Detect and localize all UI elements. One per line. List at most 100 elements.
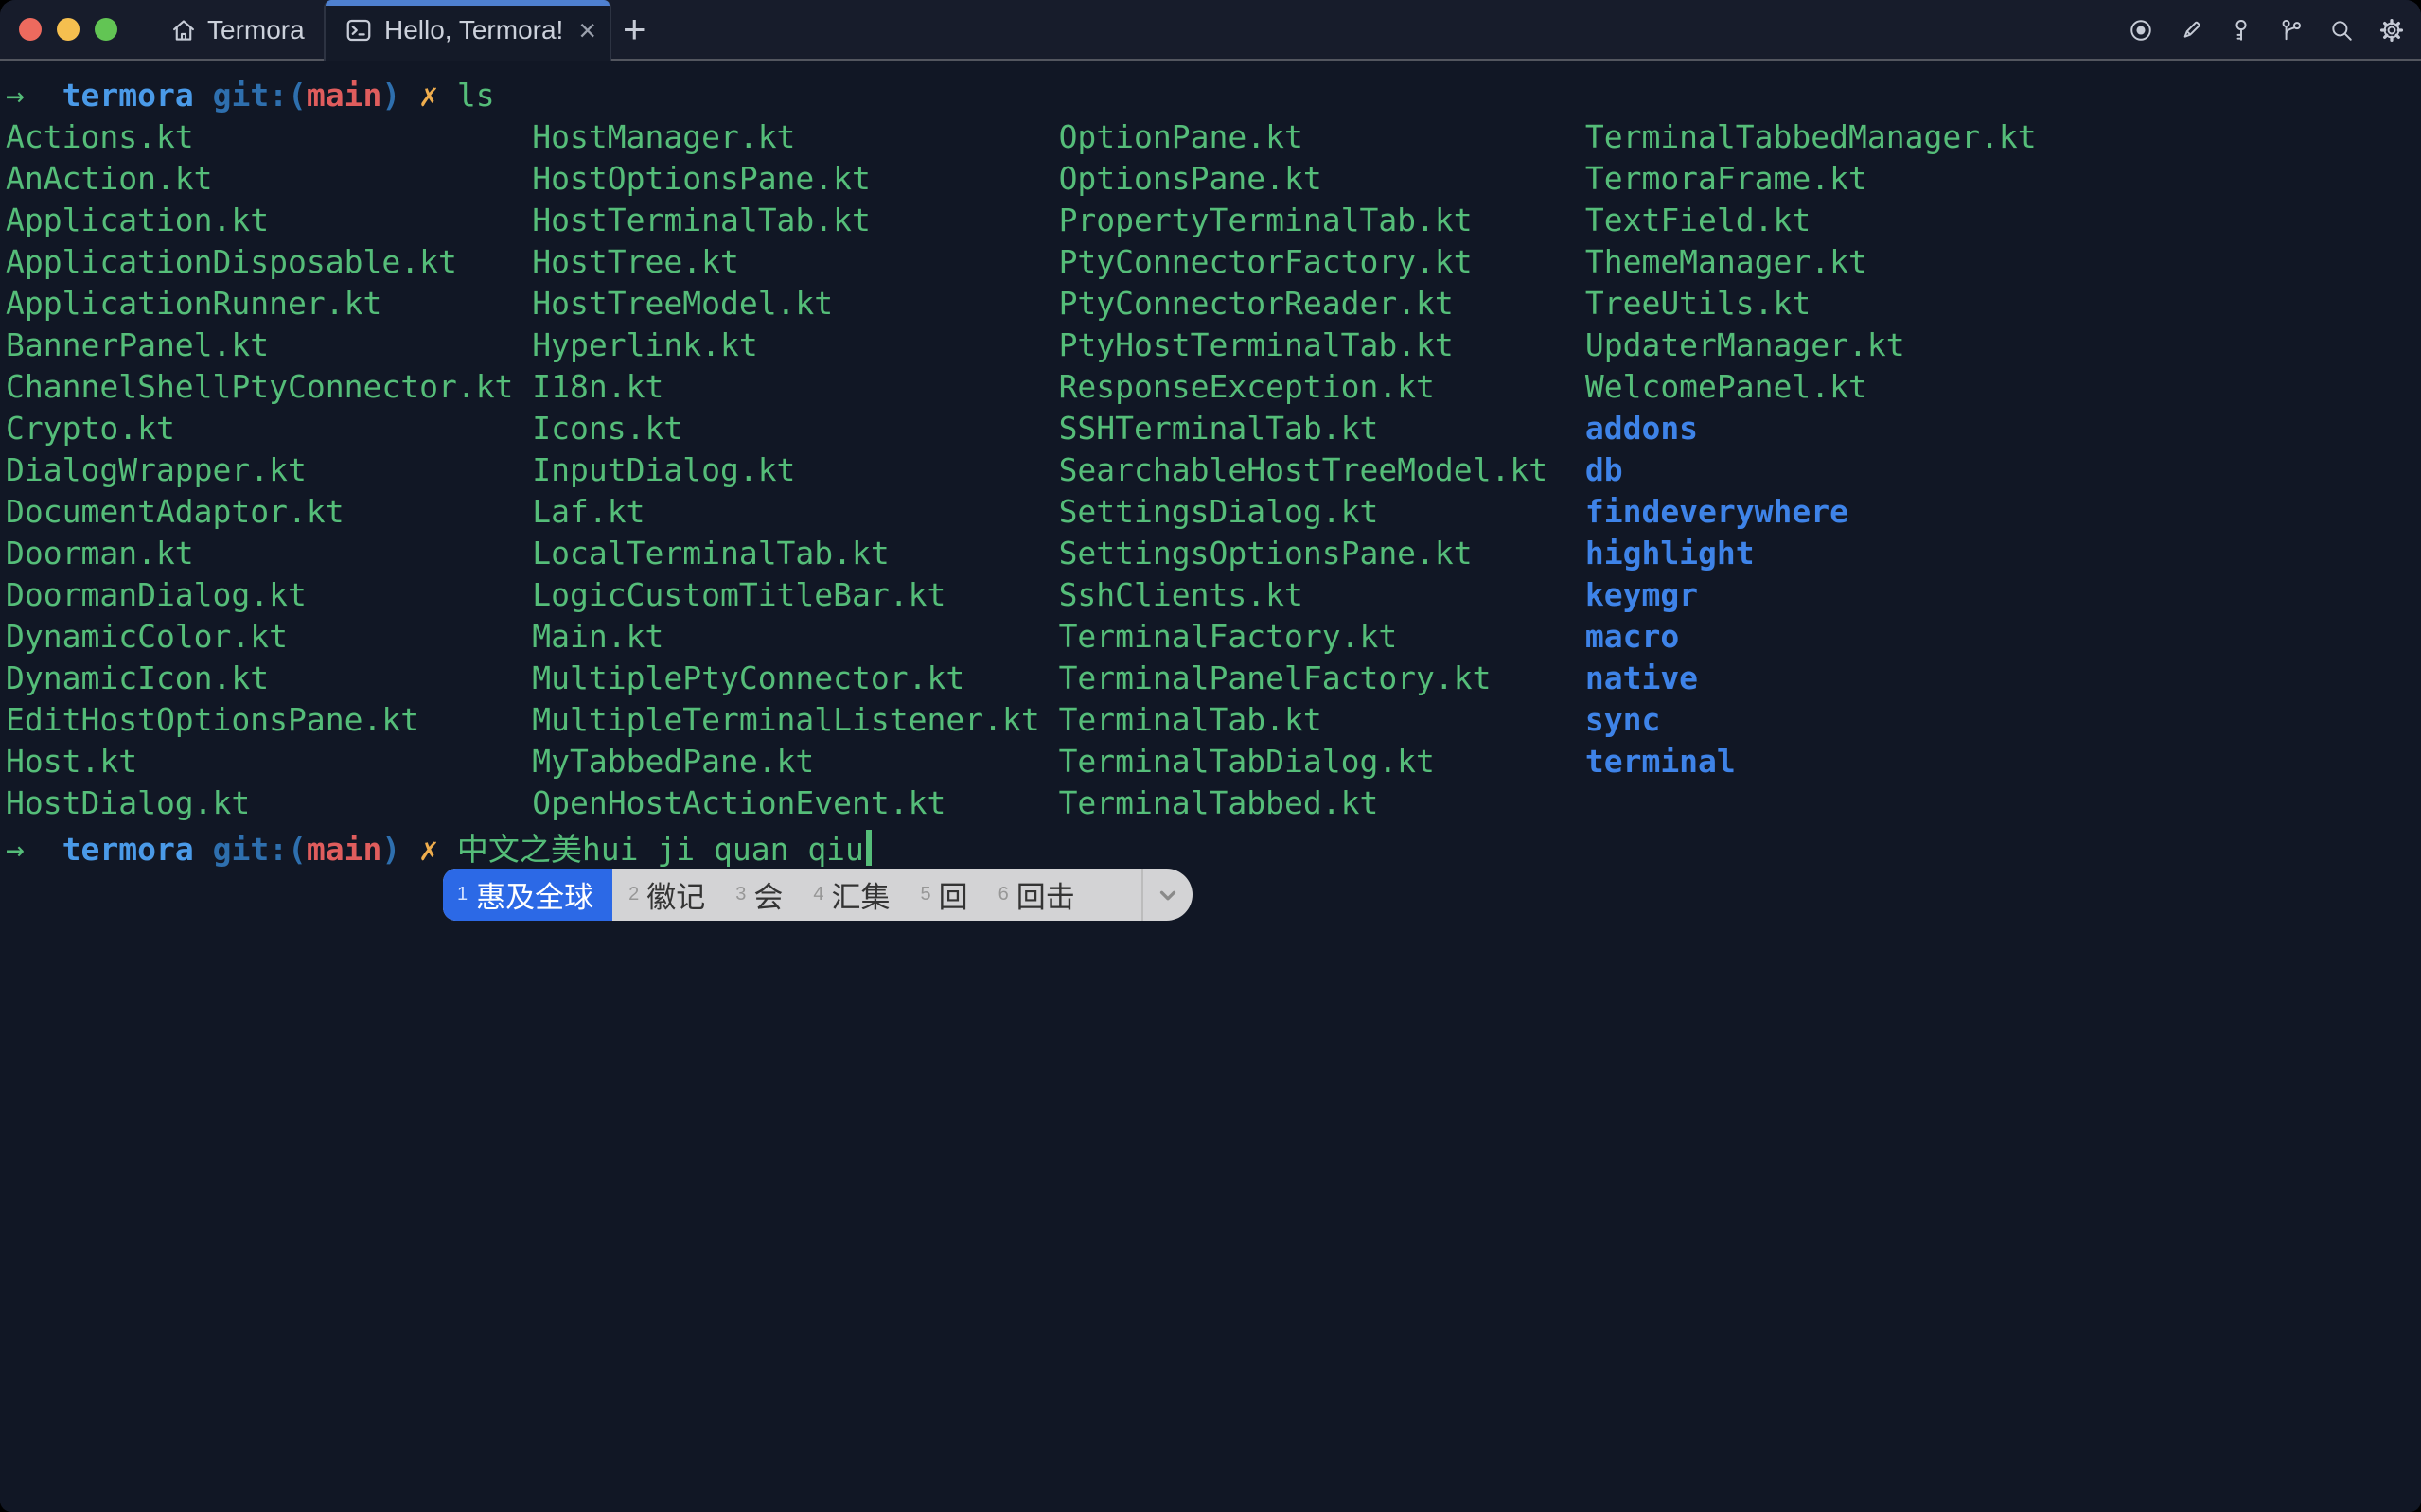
home-icon (170, 17, 197, 44)
ime-candidate[interactable]: 4汇集 (813, 873, 890, 916)
directory-name: native (1585, 658, 2112, 699)
file-name: DoormanDialog.kt (6, 574, 532, 616)
file-name: PropertyTerminalTab.kt (1059, 200, 1585, 241)
file-name: I18n.kt (532, 366, 1058, 408)
zoom-window-button[interactable] (95, 18, 117, 41)
file-name: DialogWrapper.kt (6, 449, 532, 491)
prompt-segment (400, 77, 419, 114)
ime-candidate-text: 徽记 (646, 873, 705, 916)
file-name: Hyperlink.kt (532, 325, 1058, 366)
prompt-segment: main (307, 77, 381, 114)
ls-output-row: ApplicationDisposable.ktHostTree.ktPtyCo… (6, 241, 2421, 283)
prompt-segment (25, 77, 62, 114)
file-name: MyTabbedPane.kt (532, 741, 1058, 782)
directory-name: findeverywhere (1585, 491, 2112, 533)
record-icon[interactable] (2129, 18, 2153, 43)
ls-output-row: AnAction.ktHostOptionsPane.ktOptionsPane… (6, 158, 2421, 200)
prompt-segment: ) (381, 77, 400, 114)
ls-output-row: HostDialog.ktOpenHostActionEvent.ktTermi… (6, 782, 2421, 824)
prompt-segment: ) (381, 831, 400, 868)
file-name: TerminalPanelFactory.kt (1059, 658, 1585, 699)
tab-close-icon[interactable]: × (578, 15, 596, 45)
directory-name: macro (1585, 616, 2112, 658)
ls-output-row: Crypto.ktIcons.ktSSHTerminalTab.ktaddons (6, 408, 2421, 449)
search-icon[interactable] (2329, 18, 2354, 43)
ime-candidate-number: 2 (628, 884, 639, 905)
file-name: Doorman.kt (6, 533, 532, 574)
file-name: BannerPanel.kt (6, 325, 532, 366)
ls-output-row: BannerPanel.ktHyperlink.ktPtyHostTermina… (6, 325, 2421, 366)
directory-name: db (1585, 449, 2112, 491)
file-name: HostTreeModel.kt (532, 283, 1058, 325)
app-window: Termora Hello, Termora! × + (0, 0, 2421, 1512)
directory-name: addons (1585, 408, 2112, 449)
file-name: ResponseException.kt (1059, 366, 1585, 408)
terminal-pane[interactable]: → termora git:(main) ✗ lsActions.ktHostM… (0, 61, 2421, 1510)
new-tab-button[interactable]: + (623, 9, 646, 49)
file-name: SearchableHostTreeModel.kt (1059, 449, 1585, 491)
file-name: HostOptionsPane.kt (532, 158, 1058, 200)
file-name: TermoraFrame.kt (1585, 158, 2112, 200)
app-title: Termora (170, 0, 305, 61)
settings-gear-icon[interactable] (2379, 18, 2404, 43)
file-name: ApplicationDisposable.kt (6, 241, 532, 283)
ime-candidate[interactable]: 5回 (921, 873, 968, 916)
terminal-cursor (866, 830, 872, 866)
file-name: WelcomePanel.kt (1585, 366, 2112, 408)
file-name: OpenHostActionEvent.kt (532, 782, 1058, 824)
file-name: OptionPane.kt (1059, 116, 1585, 158)
ls-output-row: DynamicIcon.ktMultiplePtyConnector.ktTer… (6, 658, 2421, 699)
prompt-segment (400, 831, 419, 868)
file-name: ApplicationRunner.kt (6, 283, 532, 325)
prompt-segment (194, 77, 213, 114)
close-window-button[interactable] (19, 18, 42, 41)
ime-candidate-number: 1 (457, 884, 468, 905)
prompt-segment: main (307, 831, 381, 868)
file-name: ThemeManager.kt (1585, 241, 2112, 283)
ls-output-row: ApplicationRunner.ktHostTreeModel.ktPtyC… (6, 283, 2421, 325)
ime-candidate-number: 3 (735, 884, 746, 905)
ls-output-row: Application.ktHostTerminalTab.ktProperty… (6, 200, 2421, 241)
terminal-tab-icon (345, 16, 373, 44)
ime-candidate-list: 2 徽记 3会 4汇集 5回 6回击 (612, 873, 1075, 916)
file-name: TerminalFactory.kt (1059, 616, 1585, 658)
file-name: SettingsOptionsPane.kt (1059, 533, 1585, 574)
file-name: SSHTerminalTab.kt (1059, 408, 1585, 449)
file-name: PtyHostTerminalTab.kt (1059, 325, 1585, 366)
file-name: LogicCustomTitleBar.kt (532, 574, 1058, 616)
ls-output-row: DynamicColor.ktMain.ktTerminalFactory.kt… (6, 616, 2421, 658)
file-name: TreeUtils.kt (1585, 283, 2112, 325)
file-name: SshClients.kt (1059, 574, 1585, 616)
ime-composition-text: 中文之美hui ji quan qiu (457, 831, 864, 868)
ime-candidate[interactable]: 3会 (735, 873, 783, 916)
prompt-segment: git:( (213, 831, 307, 868)
ime-candidate[interactable]: 6回击 (998, 873, 1075, 916)
ime-candidate[interactable]: 2 徽记 (628, 873, 705, 916)
prompt-segment: termora (62, 831, 194, 868)
file-name: PtyConnectorReader.kt (1059, 283, 1585, 325)
file-name: EditHostOptionsPane.kt (6, 699, 532, 741)
minimize-window-button[interactable] (57, 18, 80, 41)
ls-output-row: DocumentAdaptor.ktLaf.ktSettingsDialog.k… (6, 491, 2421, 533)
file-name: PtyConnectorFactory.kt (1059, 241, 1585, 283)
prompt-segment: ✗ (419, 831, 438, 868)
edit-pencil-icon[interactable] (2179, 18, 2203, 43)
ime-candidate-selected[interactable]: 1惠及全球 (443, 869, 612, 921)
tab-hello-termora[interactable]: Hello, Termora! × (324, 0, 611, 61)
file-name: UpdaterManager.kt (1585, 325, 2112, 366)
file-name: AnAction.kt (6, 158, 532, 200)
key-icon[interactable] (2229, 18, 2253, 43)
ime-candidate-number: 4 (813, 884, 823, 905)
file-name: Icons.kt (532, 408, 1058, 449)
file-name: DynamicColor.kt (6, 616, 532, 658)
file-name: LocalTerminalTab.kt (532, 533, 1058, 574)
ime-candidate-bar: 1惠及全球 2 徽记 3会 4汇集 5回 6回击 (443, 869, 1193, 921)
file-name: Crypto.kt (6, 408, 532, 449)
chevron-down-icon (1156, 883, 1180, 907)
directory-name: terminal (1585, 741, 2112, 782)
ls-output-row: Doorman.ktLocalTerminalTab.ktSettingsOpt… (6, 533, 2421, 574)
git-branch-icon[interactable] (2279, 18, 2304, 43)
ls-output-row: DialogWrapper.ktInputDialog.ktSearchable… (6, 449, 2421, 491)
ime-expand-button[interactable] (1141, 869, 1193, 921)
prompt-segment (438, 77, 457, 114)
